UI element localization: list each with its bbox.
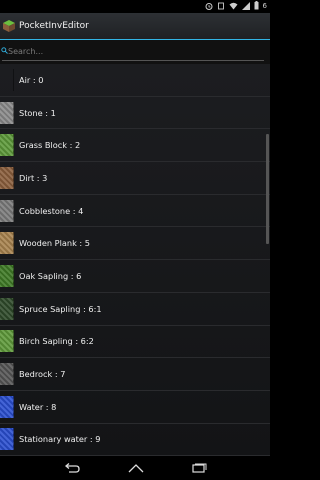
air-block-icon xyxy=(0,68,14,91)
list-item[interactable]: Cobblestone : 4 xyxy=(0,195,270,228)
dirt-block-icon xyxy=(0,166,14,189)
list-item-label: Water : 8 xyxy=(19,401,57,412)
list-item-label: Cobblestone : 4 xyxy=(19,205,84,216)
block-list[interactable]: Air : 0 Stone : 1 Grass Block : 2 Dirt :… xyxy=(0,64,270,456)
list-item-label: Oak Sapling : 6 xyxy=(19,270,82,281)
list-item[interactable]: Oak Sapling : 6 xyxy=(0,260,270,293)
list-item-label: Dirt : 3 xyxy=(19,172,48,183)
list-item-label: Bedrock : 7 xyxy=(19,369,66,380)
list-item[interactable]: Bedrock : 7 xyxy=(0,358,270,391)
list-item-label: Spruce Sapling : 6:1 xyxy=(19,303,102,314)
list-item[interactable]: Stationary water : 9 xyxy=(0,424,270,456)
list-item-label: Grass Block : 2 xyxy=(19,140,81,151)
alarm-icon xyxy=(205,2,213,10)
recent-apps-icon[interactable] xyxy=(191,463,207,473)
wooden-plank-block-icon xyxy=(0,232,14,255)
app-title: PocketInvEditor xyxy=(19,21,89,31)
status-bar: 6 xyxy=(0,0,270,13)
list-item[interactable]: Spruce Sapling : 6:1 xyxy=(0,293,270,326)
water-block-icon xyxy=(0,395,14,418)
list-item[interactable]: Wooden Plank : 5 xyxy=(0,227,270,261)
grass-block-icon xyxy=(0,134,14,157)
spruce-sapling-icon xyxy=(0,297,14,320)
back-icon[interactable] xyxy=(63,463,81,473)
action-bar: PocketInvEditor xyxy=(0,13,270,39)
search-underline xyxy=(2,60,264,61)
stationary-water-block-icon xyxy=(0,428,14,451)
list-item-label: Wooden Plank : 5 xyxy=(19,238,90,249)
list-item-label: Birch Sapling : 6:2 xyxy=(19,336,94,347)
list-item[interactable]: Grass Block : 2 xyxy=(0,129,270,163)
search-input[interactable] xyxy=(8,43,258,59)
app-logo-icon[interactable] xyxy=(2,19,16,33)
wifi-icon xyxy=(229,2,238,9)
battery-icon xyxy=(254,1,259,10)
list-item-label: Air : 0 xyxy=(19,74,44,85)
list-item[interactable]: Water : 8 xyxy=(0,391,270,424)
home-icon[interactable] xyxy=(127,463,145,473)
list-item[interactable]: Air : 0 xyxy=(0,64,270,97)
list-item[interactable]: Birch Sapling : 6:2 xyxy=(0,326,270,359)
battery-level: 6 xyxy=(262,1,267,10)
navigation-bar xyxy=(0,456,270,480)
stone-block-icon xyxy=(0,101,14,124)
list-item-label: Stationary water : 9 xyxy=(19,434,101,445)
list-item[interactable]: Stone : 1 xyxy=(0,97,270,130)
list-item[interactable]: Dirt : 3 xyxy=(0,162,270,195)
cobblestone-block-icon xyxy=(0,199,14,222)
bedrock-block-icon xyxy=(0,363,14,386)
search-bar xyxy=(0,39,270,64)
birch-sapling-icon xyxy=(0,330,14,353)
scrollbar[interactable] xyxy=(266,134,269,244)
oak-sapling-icon xyxy=(0,264,14,287)
rotation-icon xyxy=(217,2,224,9)
list-item-label: Stone : 1 xyxy=(19,107,56,118)
signal-icon xyxy=(241,1,250,10)
search-icon xyxy=(1,47,8,54)
